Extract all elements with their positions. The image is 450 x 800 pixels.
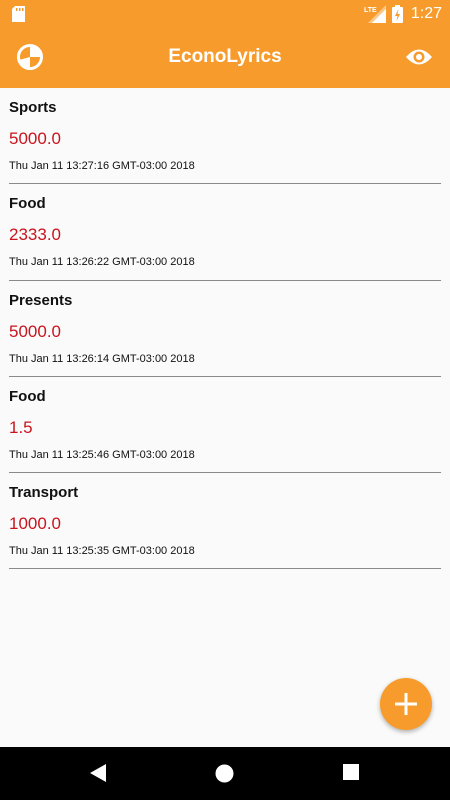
navigation-bar bbox=[0, 747, 450, 800]
expense-category: Food bbox=[9, 387, 46, 405]
app-title: EconoLyrics bbox=[168, 46, 282, 67]
list-item[interactable]: Transport 1000.0 Thu Jan 11 13:25:35 GMT… bbox=[9, 473, 441, 570]
expense-category: Food bbox=[9, 195, 46, 213]
expense-date: Thu Jan 11 13:25:35 GMT-03:00 2018 bbox=[9, 545, 195, 558]
list-item[interactable]: Food 2333.0 Thu Jan 11 13:26:22 GMT-03:0… bbox=[9, 184, 441, 281]
expense-amount: 2333.0 bbox=[9, 225, 61, 245]
expense-list: Sports 5000.0 Thu Jan 11 13:27:16 GMT-03… bbox=[0, 88, 450, 570]
expense-amount: 5000.0 bbox=[9, 321, 61, 341]
expense-date: Thu Jan 11 13:26:22 GMT-03:00 2018 bbox=[9, 256, 195, 269]
sd-card-icon bbox=[12, 6, 25, 22]
expense-category: Presents bbox=[9, 291, 73, 309]
home-icon[interactable] bbox=[215, 764, 234, 783]
battery-icon bbox=[391, 5, 403, 23]
expense-date: Thu Jan 11 13:25:46 GMT-03:00 2018 bbox=[9, 448, 195, 461]
signal-icon: LTE bbox=[364, 5, 386, 23]
eye-icon[interactable] bbox=[405, 46, 433, 68]
expense-amount: 1.5 bbox=[9, 417, 33, 437]
list-item[interactable]: Food 1.5 Thu Jan 11 13:25:46 GMT-03:00 2… bbox=[9, 377, 441, 474]
expense-category: Sports bbox=[9, 99, 57, 116]
clock: 1:27 bbox=[410, 5, 442, 22]
list-item[interactable]: Presents 5000.0 Thu Jan 11 13:26:14 GMT-… bbox=[9, 281, 441, 377]
expense-amount: 1000.0 bbox=[9, 514, 61, 534]
app-bar: EconoLyrics bbox=[0, 28, 450, 88]
recents-icon[interactable] bbox=[343, 764, 359, 780]
status-bar: LTE 1:27 bbox=[0, 0, 450, 28]
plus-icon bbox=[395, 693, 417, 715]
expense-date: Thu Jan 11 13:27:16 GMT-03:00 2018 bbox=[9, 160, 195, 172]
expense-category: Transport bbox=[9, 484, 79, 502]
expense-date: Thu Jan 11 13:26:14 GMT-03:00 2018 bbox=[9, 352, 195, 365]
network-type: LTE bbox=[364, 7, 377, 14]
expense-amount: 5000.0 bbox=[9, 129, 61, 148]
add-expense-button[interactable] bbox=[380, 678, 432, 730]
list-item[interactable]: Sports 5000.0 Thu Jan 11 13:27:16 GMT-03… bbox=[9, 88, 441, 185]
back-icon[interactable] bbox=[90, 764, 106, 782]
